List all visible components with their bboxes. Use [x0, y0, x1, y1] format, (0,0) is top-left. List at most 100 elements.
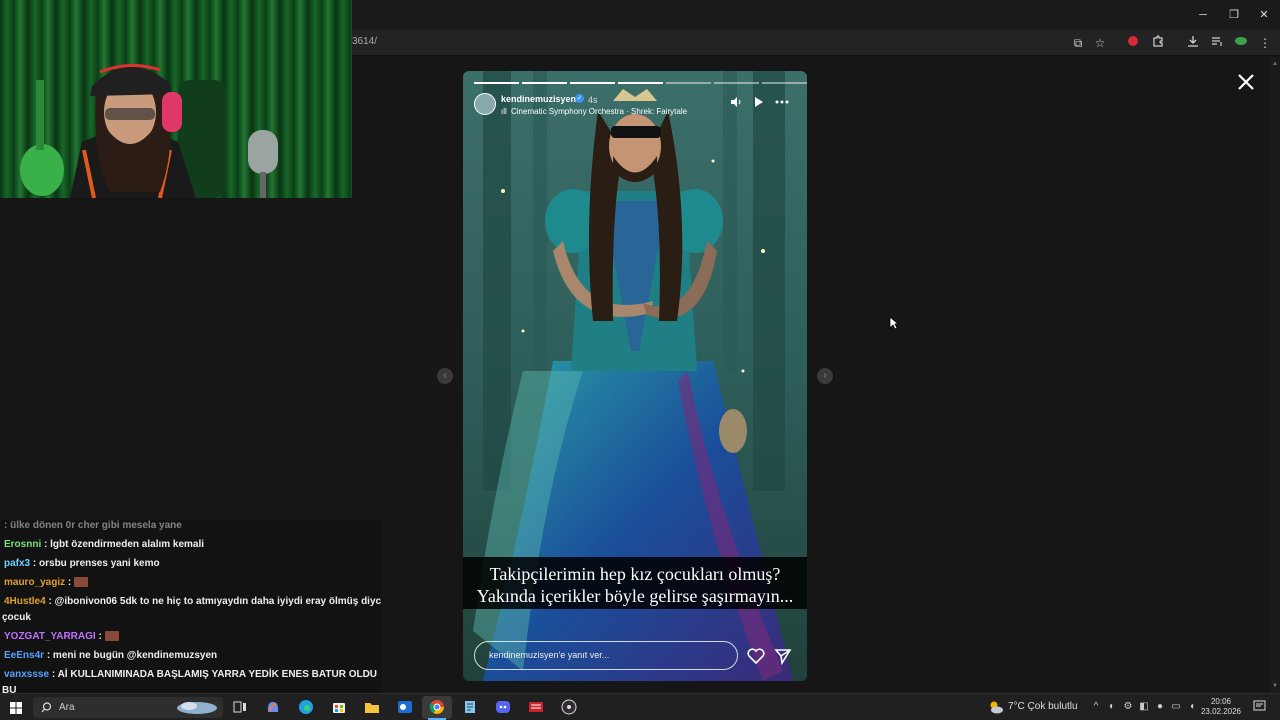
- file-explorer-icon[interactable]: [364, 699, 380, 715]
- progress-segment: [714, 82, 759, 84]
- chat-message: mauro_yagiz :: [4, 577, 89, 588]
- reply-input[interactable]: kendinemuzisyen'e yanıt ver...: [474, 641, 738, 670]
- mouse-cursor-icon: [889, 316, 900, 330]
- story-music-label[interactable]: Cinematic Symphony Orchestra · Shrek: Fa…: [511, 107, 687, 116]
- more-menu-icon[interactable]: ⋮: [1256, 34, 1274, 52]
- search-highlight-image: [177, 702, 217, 714]
- caption-line-2: Yakında içerikler böyle gelirse şaşırmay…: [476, 586, 794, 606]
- story-username[interactable]: kendinemuzisyen: [501, 94, 576, 104]
- music-icon: ıll: [501, 107, 507, 116]
- download-icon[interactable]: [1184, 34, 1202, 52]
- store-icon[interactable]: [331, 699, 347, 715]
- chrome-icon[interactable]: [429, 699, 445, 715]
- discord-icon[interactable]: [495, 699, 511, 715]
- story-caption: Takipçilerimin hep kız çocukları olmuş? …: [463, 557, 807, 609]
- chat-text: çocuk: [2, 612, 31, 623]
- chat-text: : Aİ KULLANIMINADA BAŞLAMIŞ YARRA YEDİK …: [51, 669, 378, 680]
- search-icon: [41, 702, 52, 713]
- caption-line-1: Takipçilerimin hep kız çocukları olmuş?: [489, 564, 781, 584]
- webcam-overlay: [0, 0, 352, 198]
- cast-icon[interactable]: ⧉: [1069, 34, 1087, 52]
- story-card[interactable]: kendinemuzisyen ✓ 4s ıll Cinematic Symph…: [463, 71, 807, 681]
- play-icon[interactable]: [751, 96, 765, 110]
- scroll-down-icon[interactable]: ▼: [1272, 683, 1278, 689]
- edge-browser-icon[interactable]: [298, 699, 314, 715]
- clock-time: 20:06: [1210, 697, 1232, 706]
- copilot-icon[interactable]: [265, 699, 281, 715]
- chat-message-continued: çocuk: [2, 612, 31, 623]
- nvidia-icon[interactable]: ◧: [1138, 701, 1150, 712]
- task-view-icon[interactable]: [232, 699, 248, 715]
- chat-user[interactable]: Erosnni: [4, 539, 44, 550]
- tray-app-icon[interactable]: ⚙: [1122, 701, 1134, 712]
- progress-segment: [618, 82, 663, 84]
- notepad-icon[interactable]: [462, 699, 478, 715]
- chat-text: : @ibonivon06 5dk to ne hiç to atmıyaydı…: [48, 596, 381, 607]
- chat-message: EeEns4r : meni ne bugün @kendinemuzsyen: [4, 650, 217, 661]
- stream-chat: : ülke dönen 0r cher gibi mesela yane Er…: [0, 520, 381, 695]
- chat-user[interactable]: mauro_yagiz: [4, 577, 68, 588]
- progress-segment: [570, 82, 615, 84]
- search-text[interactable]: Ara: [59, 702, 75, 713]
- obs-icon[interactable]: [561, 699, 577, 715]
- like-heart-icon[interactable]: [746, 646, 766, 666]
- progress-segment: [666, 82, 711, 84]
- progress-segment: [474, 82, 519, 84]
- more-options-icon[interactable]: [775, 96, 789, 110]
- progress-segment: [762, 82, 807, 84]
- previous-story-button[interactable]: ‹: [437, 368, 453, 384]
- url-text[interactable]: 3614/: [352, 36, 377, 47]
- close-story-icon[interactable]: [1234, 70, 1258, 94]
- chat-user[interactable]: 4Hustle4: [4, 596, 48, 607]
- chat-text: :: [67, 577, 72, 588]
- notification-icon[interactable]: [1253, 700, 1266, 713]
- chat-message: Erosnni : lgbt özendirmeden alalım kemal…: [4, 539, 204, 550]
- page-scrollbar[interactable]: ▲ ▼: [1270, 57, 1280, 693]
- streaming-app-icon[interactable]: [528, 699, 544, 715]
- bookmark-star-icon[interactable]: ☆: [1091, 34, 1109, 52]
- scroll-up-icon[interactable]: ▲: [1272, 61, 1278, 67]
- chat-emote: [104, 631, 119, 642]
- weather-cloud-icon: [988, 700, 1004, 714]
- volume-icon[interactable]: ◖: [1186, 701, 1198, 712]
- mute-icon[interactable]: [729, 96, 743, 110]
- chat-message: pafx3 : orsbu prenses yani kemo: [4, 558, 160, 569]
- clock-date: 23.02.2026: [1200, 707, 1242, 716]
- verified-badge-icon: ✓: [575, 94, 584, 103]
- chat-message: vanxssse : Aİ KULLANIMINADA BAŞLAMIŞ YAR…: [4, 669, 377, 680]
- next-story-button[interactable]: ›: [817, 368, 833, 384]
- windows-taskbar: Ara 7°C Çok bulutlu ^ ◐ ⚙ ◧ ● ▭ ◖ 20:06 …: [0, 693, 1280, 720]
- chat-message: : ülke dönen 0r cher gibi mesela yane: [4, 520, 182, 531]
- story-progress: [474, 82, 807, 84]
- progress-segment: [522, 82, 567, 84]
- chat-text: :: [98, 631, 102, 642]
- microphone-icon[interactable]: ●: [1154, 701, 1166, 712]
- streamer-webcam-image: [0, 0, 352, 198]
- profile-avatar-icon[interactable]: [1232, 34, 1250, 52]
- restore-button[interactable]: ❐: [1224, 6, 1244, 24]
- chat-emote: [74, 577, 89, 588]
- media-control-icon[interactable]: [1208, 34, 1226, 52]
- outlook-icon[interactable]: [397, 699, 413, 715]
- chat-text: : lgbt özendirmeden alalım kemali: [44, 539, 205, 550]
- send-icon[interactable]: [773, 646, 793, 666]
- tray-chevron-icon[interactable]: ^: [1090, 701, 1102, 712]
- minimize-button[interactable]: ─: [1193, 6, 1213, 24]
- steam-icon[interactable]: ◐: [1106, 701, 1118, 712]
- chat-user[interactable]: vanxssse: [4, 669, 52, 680]
- weather-text[interactable]: 7°C Çok bulutlu: [1008, 701, 1078, 712]
- extensions-puzzle-icon[interactable]: [1149, 34, 1167, 52]
- extension-red-icon[interactable]: [1124, 34, 1142, 52]
- chat-user[interactable]: pafx3: [4, 558, 33, 569]
- chat-user[interactable]: EeEns4r: [4, 650, 47, 661]
- taskbar-clock[interactable]: 20:06 23.02.2026: [1200, 697, 1242, 717]
- network-icon[interactable]: ▭: [1170, 701, 1182, 712]
- chat-text: : ülke dönen 0r cher gibi mesela yane: [4, 520, 182, 531]
- story-avatar[interactable]: [474, 93, 496, 115]
- taskbar-search[interactable]: Ara: [33, 697, 223, 718]
- chat-user[interactable]: YOZGAT_YARRAGI: [4, 631, 98, 642]
- chat-text: : meni ne bugün @kendinemuzsyen: [46, 650, 218, 661]
- chat-text: : orsbu prenses yani kemo: [32, 558, 160, 569]
- windows-start-icon[interactable]: [10, 701, 22, 714]
- close-window-button[interactable]: ✕: [1254, 6, 1274, 24]
